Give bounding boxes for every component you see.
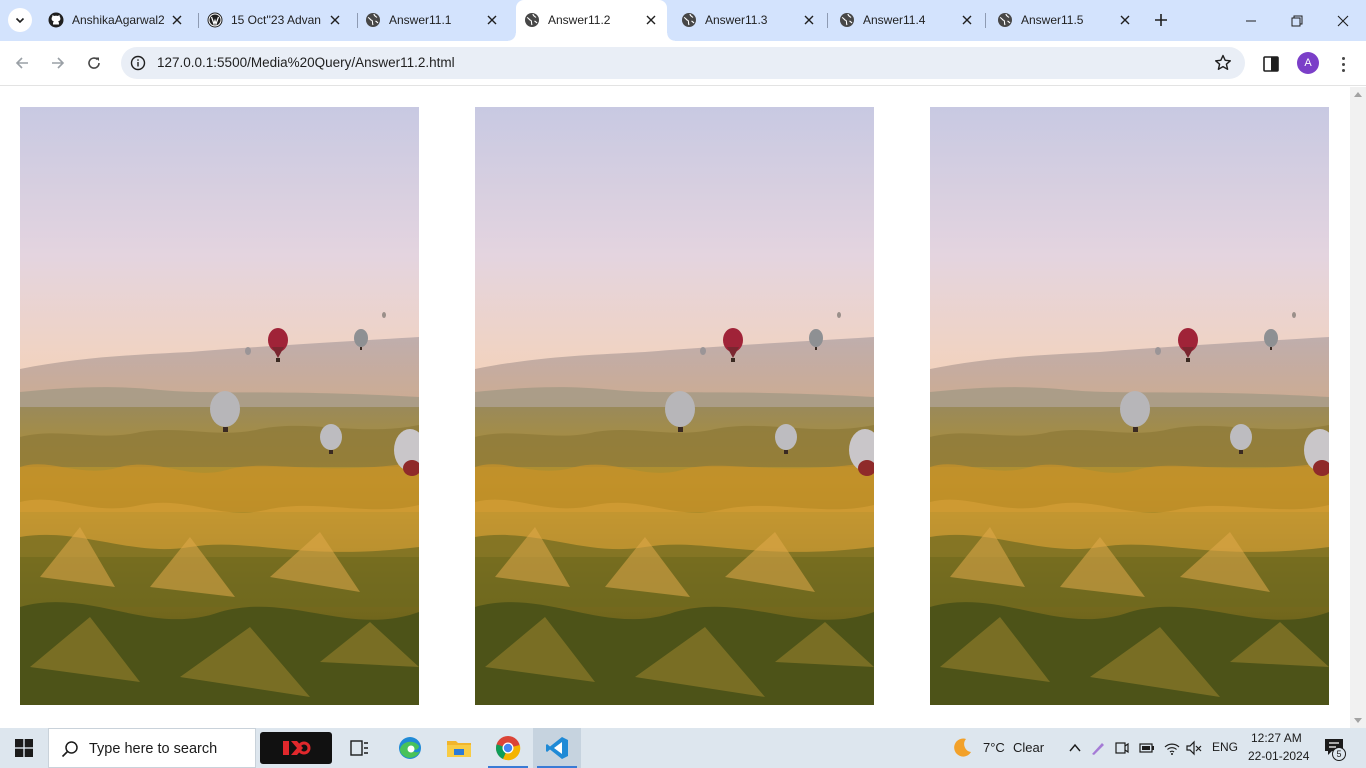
minimize-button[interactable] <box>1228 0 1274 41</box>
meet-now-icon[interactable] <box>1114 740 1130 756</box>
notification-center-button[interactable]: 5 <box>1320 728 1360 768</box>
wifi-icon[interactable] <box>1164 740 1180 756</box>
page-viewport <box>0 87 1350 728</box>
browser-menu-button[interactable] <box>1336 53 1350 75</box>
taskbar-search-box[interactable]: Type here to search <box>48 728 256 768</box>
tab-title: Answer11.2 <box>548 13 611 27</box>
vertical-scrollbar[interactable] <box>1350 87 1366 728</box>
globe-icon <box>366 13 380 27</box>
clock-date[interactable]: 22-01-2024 <box>1248 749 1309 763</box>
tab-title: Answer11.5 <box>1021 13 1084 27</box>
tab-title: AnshikaAgarwal2 <box>72 13 164 27</box>
moon-weather-icon[interactable] <box>951 737 973 759</box>
weather-condition[interactable]: Clear <box>1013 740 1044 755</box>
bookmark-star-icon[interactable] <box>1213 53 1233 73</box>
close-tab-icon[interactable] <box>800 11 818 29</box>
tab-title: 15 Oct''23 Advan <box>231 13 321 27</box>
edge-taskbar-icon[interactable] <box>386 728 434 768</box>
file-explorer-taskbar-icon[interactable] <box>435 728 483 768</box>
vscode-icon <box>546 737 568 759</box>
close-tab-icon[interactable] <box>483 11 501 29</box>
close-tab-icon[interactable] <box>168 11 186 29</box>
close-window-button[interactable] <box>1320 0 1366 41</box>
landscape-image-2 <box>475 107 874 705</box>
globe-icon <box>525 13 539 27</box>
language-indicator[interactable]: ENG <box>1212 740 1238 754</box>
globe-icon <box>998 13 1012 27</box>
close-icon <box>1337 15 1349 26</box>
restore-icon <box>1291 15 1303 26</box>
globe-icon <box>840 13 854 27</box>
windows-logo-icon <box>15 739 33 757</box>
taskbar-promo-app[interactable] <box>259 728 333 768</box>
restore-button[interactable] <box>1274 0 1320 41</box>
new-tab-button[interactable] <box>1149 8 1173 32</box>
chevron-down-icon <box>15 17 25 24</box>
landscape-image-3 <box>930 107 1329 705</box>
address-bar[interactable]: 127.0.0.1:5500/Media%20Query/Answer11.2.… <box>121 47 1245 79</box>
start-button[interactable] <box>0 728 48 768</box>
task-view-icon <box>350 740 368 756</box>
windows-taskbar: Type here to search 7°C Clear ENG 12:27 … <box>0 728 1366 768</box>
task-view-button[interactable] <box>336 728 384 768</box>
weather-temperature[interactable]: 7°C <box>983 740 1005 755</box>
url-text[interactable]: 127.0.0.1:5500/Media%20Query/Answer11.2.… <box>157 55 455 70</box>
tab-answer11-4[interactable]: Answer11.4 <box>831 0 986 41</box>
tab-answer11-5[interactable]: Answer11.5 <box>989 0 1143 41</box>
close-tab-icon[interactable] <box>1116 11 1134 29</box>
close-tab-icon[interactable] <box>326 11 344 29</box>
reload-icon <box>88 57 100 69</box>
tab-strip: AnshikaAgarwal2 15 Oct''23 Advan Answer1… <box>0 0 1366 41</box>
search-icon <box>61 741 78 758</box>
arrow-left-icon <box>15 57 28 69</box>
promo-logo-icon <box>283 741 311 755</box>
pen-icon[interactable] <box>1090 740 1106 756</box>
close-tab-icon[interactable] <box>642 11 660 29</box>
chrome-icon <box>496 736 521 761</box>
chevron-up-icon[interactable] <box>1067 740 1083 756</box>
notification-count-badge: 5 <box>1332 747 1346 761</box>
globe-icon <box>682 13 696 27</box>
tab-answer11-2[interactable]: Answer11.2 <box>508 0 675 41</box>
search-placeholder: Type here to search <box>89 741 218 757</box>
speaker-muted-icon[interactable] <box>1186 740 1202 756</box>
arrow-right-icon <box>52 57 65 69</box>
tab-title: Answer11.3 <box>705 13 768 27</box>
tab-answer11-1[interactable]: Answer11.1 <box>357 0 515 41</box>
tab-anshika-github[interactable]: AnshikaAgarwal2 <box>40 0 199 41</box>
tab-wordpress[interactable]: 15 Oct''23 Advan <box>199 0 358 41</box>
tab-separator <box>827 13 828 28</box>
scroll-up-arrow-icon[interactable] <box>1354 92 1362 97</box>
side-panel-icon[interactable] <box>1260 53 1282 75</box>
profile-avatar[interactable]: A <box>1297 52 1319 74</box>
landscape-image-1 <box>20 107 419 705</box>
plus-icon <box>1155 14 1167 26</box>
tab-title: Answer11.4 <box>863 13 926 27</box>
tab-separator <box>985 13 986 28</box>
file-explorer-icon <box>447 741 471 757</box>
app-tile <box>260 732 332 764</box>
clock-time[interactable]: 12:27 AM <box>1251 731 1302 745</box>
tab-search-button[interactable] <box>8 8 32 32</box>
tab-answer11-3[interactable]: Answer11.3 <box>673 0 828 41</box>
wordpress-icon <box>207 12 223 28</box>
tab-title: Answer11.1 <box>389 13 452 27</box>
info-icon[interactable] <box>129 54 147 72</box>
reload-button[interactable] <box>80 49 108 77</box>
close-tab-icon[interactable] <box>958 11 976 29</box>
battery-icon[interactable] <box>1139 740 1155 756</box>
browser-toolbar: 127.0.0.1:5500/Media%20Query/Answer11.2.… <box>0 41 1366 86</box>
back-button[interactable] <box>8 49 36 77</box>
edge-icon <box>399 737 421 759</box>
minimize-icon <box>1246 20 1256 21</box>
forward-button[interactable] <box>44 49 72 77</box>
vscode-taskbar-icon[interactable] <box>533 728 581 768</box>
chrome-taskbar-icon[interactable] <box>484 728 532 768</box>
github-icon <box>48 12 64 28</box>
scroll-down-arrow-icon[interactable] <box>1354 718 1362 723</box>
